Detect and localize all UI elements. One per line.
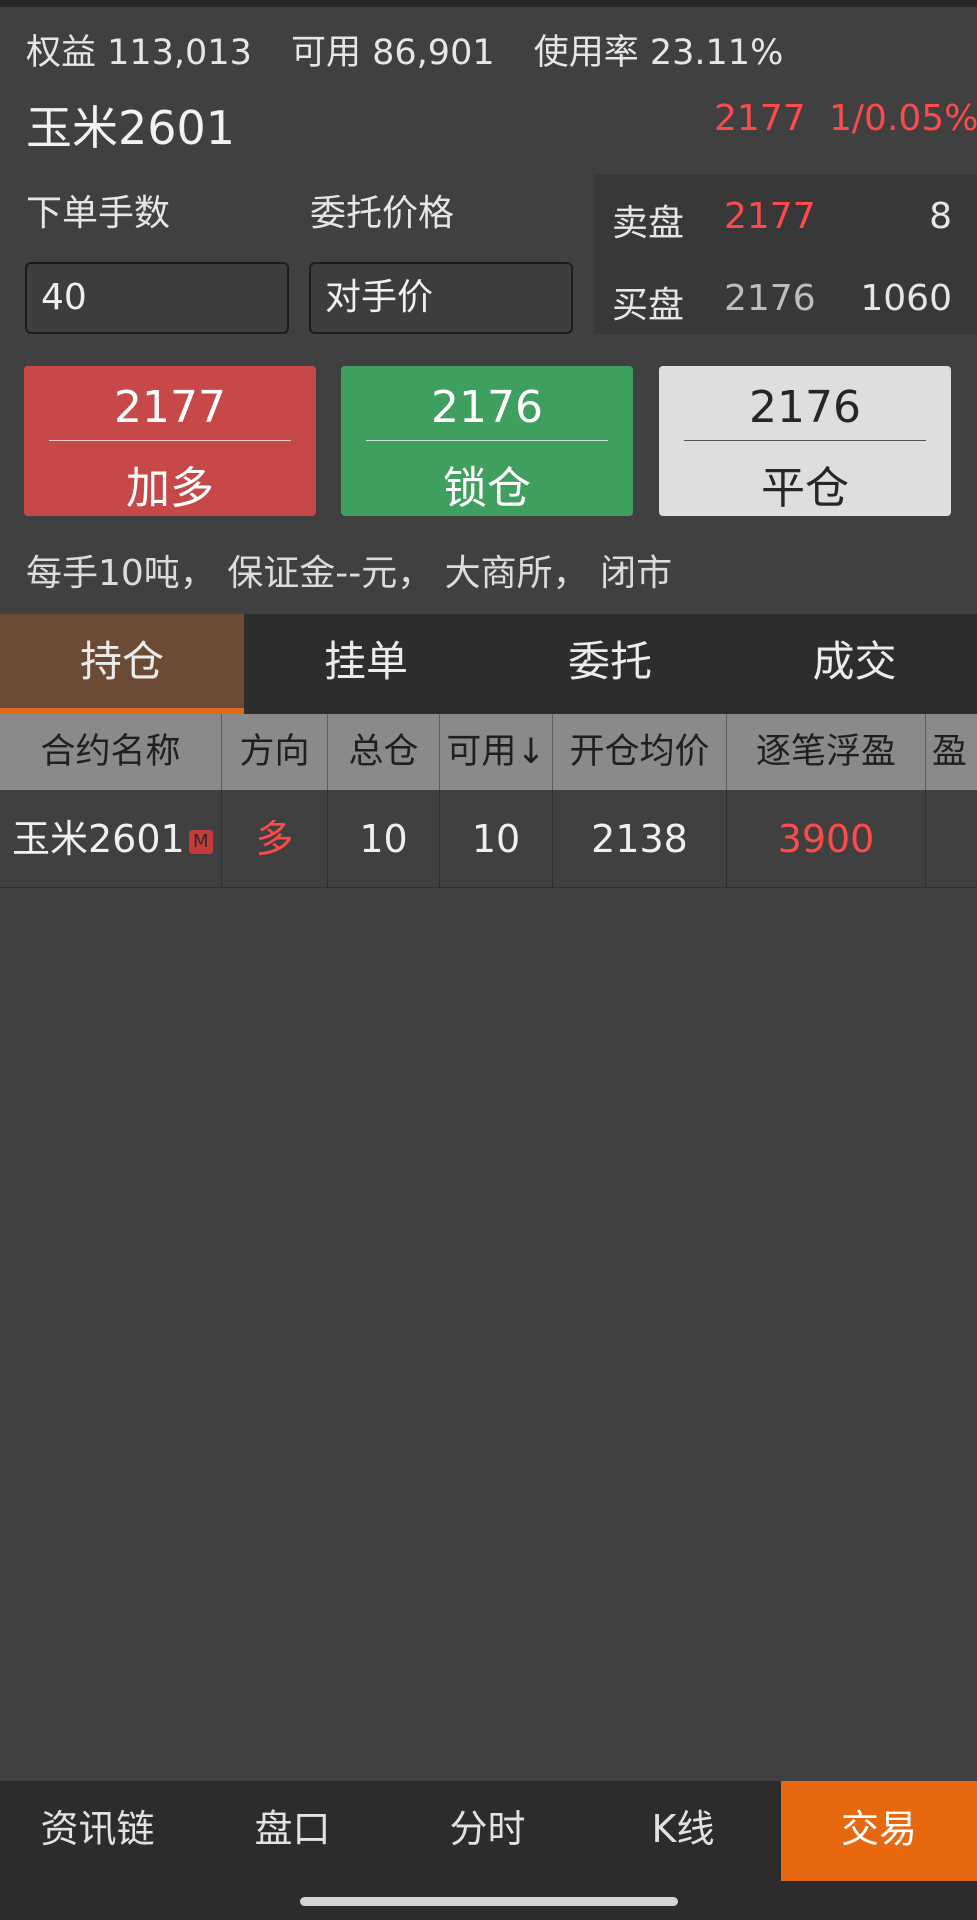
add-long-button[interactable]: 2177 加多 [24, 366, 316, 516]
column-header-available[interactable]: 可用↓ [440, 714, 553, 790]
positions-table-header: 合约名称 方向 总仓 可用↓ 开仓均价 逐笔浮盈 盈 [0, 714, 977, 790]
cell-total: 10 [328, 790, 440, 888]
lock-label: 锁仓 [443, 463, 531, 514]
cell-available: 10 [440, 790, 553, 888]
table-row[interactable]: 玉米2601 M 多 10 10 2138 3900 [0, 790, 977, 888]
quantity-input[interactable]: 40 [25, 262, 289, 334]
account-summary: 权益 113,013 可用 86,901 使用率 23.11% [26, 24, 811, 75]
tab-positions-label: 持仓 [79, 637, 164, 686]
button-divider [366, 440, 608, 441]
close-label: 平仓 [761, 463, 849, 514]
nav-kline[interactable]: K线 [585, 1781, 781, 1881]
contract-info: 每手10吨， 保证金--元， 大商所， 闭市 [26, 553, 673, 594]
cell-contract: 玉米2601 M [0, 790, 222, 888]
contract-title[interactable]: 玉米2601 [26, 92, 235, 158]
column-header-direction[interactable]: 方向 [222, 714, 328, 790]
order-book: 卖盘 2177 8 买盘 2176 1060 [594, 174, 977, 334]
tab-positions[interactable]: 持仓 [0, 614, 244, 714]
column-header-avg-price[interactable]: 开仓均价 [553, 714, 727, 790]
price-label: 委托价格 [310, 193, 455, 234]
cell-avg-price: 2138 [553, 790, 727, 888]
market-badge: M [188, 829, 213, 854]
ask-price: 2177 [724, 196, 816, 237]
lock-position-button[interactable]: 2176 锁仓 [341, 366, 633, 516]
cell-contract-name: 玉米2601 [12, 817, 185, 861]
bottom-navigation: 资讯链 盘口 分时 K线 交易 [0, 1781, 977, 1881]
column-header-float-pnl[interactable]: 逐笔浮盈 [727, 714, 926, 790]
nav-order-book[interactable]: 盘口 [195, 1781, 390, 1881]
close-price: 2176 [749, 382, 861, 433]
column-header-pnl-partial[interactable]: 盈 [926, 714, 977, 790]
bid-row[interactable]: 买盘 2176 1060 [594, 268, 977, 328]
add-long-label: 加多 [126, 463, 214, 514]
nav-news[interactable]: 资讯链 [0, 1781, 195, 1881]
ask-label: 卖盘 [612, 203, 685, 244]
add-long-price: 2177 [114, 382, 226, 433]
bid-label: 买盘 [612, 285, 685, 326]
tab-trades[interactable]: 成交 [732, 614, 977, 714]
price-change: 1/0.05% [829, 98, 977, 139]
tab-orders[interactable]: 委托 [488, 614, 732, 714]
last-price: 2177 [714, 98, 806, 139]
home-indicator[interactable] [300, 1897, 678, 1906]
ask-row[interactable]: 卖盘 2177 8 [594, 186, 977, 246]
price-type-input[interactable]: 对手价 [309, 262, 573, 334]
button-divider [684, 440, 926, 441]
quantity-label: 下单手数 [26, 193, 171, 234]
cell-float-pnl: 3900 [727, 790, 926, 888]
column-header-contract[interactable]: 合约名称 [0, 714, 222, 790]
ask-volume: 8 [929, 196, 952, 237]
bid-price: 2176 [724, 278, 816, 319]
available-text: 可用 86,901 [291, 33, 495, 73]
equity-text: 权益 113,013 [26, 33, 252, 73]
column-header-total[interactable]: 总仓 [328, 714, 440, 790]
button-divider [49, 440, 291, 441]
status-strip [0, 0, 977, 7]
close-position-button[interactable]: 2176 平仓 [659, 366, 951, 516]
tab-pending[interactable]: 挂单 [244, 614, 488, 714]
position-tabs: 持仓 挂单 委托 成交 [0, 614, 977, 714]
nav-intraday[interactable]: 分时 [390, 1781, 585, 1881]
cell-extra [926, 790, 977, 888]
usage-text: 使用率 23.11% [533, 33, 784, 73]
lock-price: 2176 [431, 382, 543, 433]
nav-trade[interactable]: 交易 [781, 1781, 977, 1881]
bid-volume: 1060 [860, 278, 952, 319]
cell-direction: 多 [222, 790, 328, 888]
